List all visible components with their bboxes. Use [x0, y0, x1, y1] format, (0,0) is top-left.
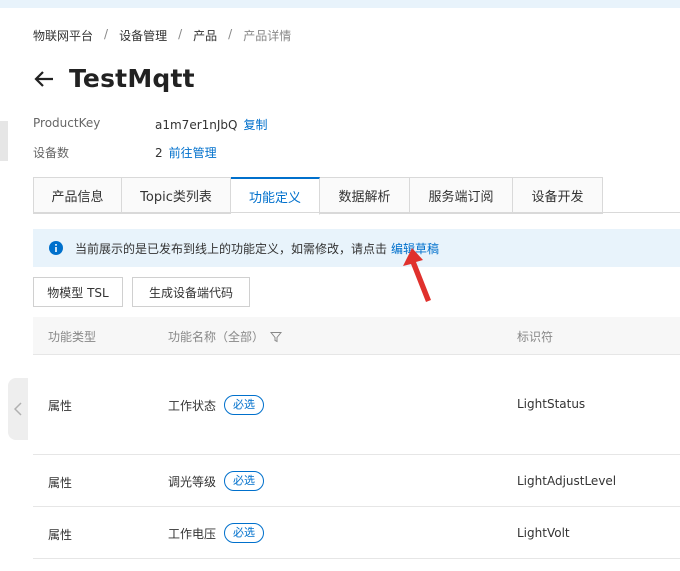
table-row: 属性 工作状态 必选 LightStatus [33, 354, 680, 455]
tab-device-development[interactable]: 设备开发 [513, 177, 603, 214]
tsl-model-button[interactable]: 物模型 TSL [33, 277, 123, 307]
sidebar-collapse-toggle[interactable] [8, 378, 28, 440]
table-row: 属性 工作电压 必选 LightVolt [33, 507, 680, 559]
copy-link[interactable]: 复制 [243, 118, 267, 132]
cell-type: 属性 [48, 399, 73, 413]
cell-name: 工作状态 必选 [168, 395, 265, 415]
tab-bar-divider [33, 212, 680, 213]
product-key-value: a1m7er1nJbQ [155, 118, 238, 132]
cell-type: 属性 [48, 476, 73, 490]
info-notice: 当前展示的是已发布到线上的功能定义，如需修改，请点击 编辑草稿 [33, 229, 680, 267]
filter-icon[interactable] [270, 331, 283, 343]
table-header: 功能类型 功能名称（全部） 标识符 [33, 317, 680, 355]
device-count-value-wrap: 2 前往管理 [155, 144, 217, 161]
cell-identifier: LightStatus [517, 397, 586, 411]
info-circle-icon [49, 241, 63, 255]
device-count-label: 设备数 [33, 146, 70, 160]
required-badge: 必选 [224, 523, 265, 543]
tab-bar: 产品信息 Topic类列表 功能定义 数据解析 服务端订阅 设备开发 [33, 177, 603, 215]
required-badge: 必选 [224, 471, 265, 491]
top-banner-strip [0, 0, 680, 8]
tab-server-subscription[interactable]: 服务端订阅 [410, 177, 513, 214]
product-key-label: ProductKey [33, 116, 101, 130]
product-key-value-wrap: a1m7er1nJbQ 复制 [155, 116, 268, 133]
required-badge: 必选 [224, 395, 265, 415]
manage-devices-link[interactable]: 前往管理 [169, 146, 217, 160]
breadcrumb-item-product-detail: 产品详情 [243, 29, 292, 43]
left-edge-strip [0, 121, 8, 161]
cell-name-text: 工作状态 [168, 398, 217, 413]
breadcrumb-separator: / [178, 27, 183, 41]
breadcrumb-item-iot-platform[interactable]: 物联网平台 [33, 27, 93, 44]
page-title: TestMqtt [69, 64, 195, 93]
cell-name: 工作电压 必选 [168, 523, 265, 543]
generate-device-code-button[interactable]: 生成设备端代码 [132, 277, 250, 307]
arrow-left-icon[interactable] [33, 68, 55, 90]
device-count-value: 2 [155, 146, 163, 160]
tab-topic-list[interactable]: Topic类列表 [122, 177, 231, 214]
notice-text: 当前展示的是已发布到线上的功能定义，如需修改，请点击 [75, 241, 388, 256]
cell-type: 属性 [48, 528, 73, 542]
table-row: 属性 调光等级 必选 LightAdjustLevel [33, 455, 680, 507]
tab-function-definition[interactable]: 功能定义 [231, 177, 320, 215]
breadcrumb: 物联网平台 / 设备管理 / 产品 / 产品详情 [33, 27, 291, 44]
cell-name-text: 调光等级 [168, 474, 217, 489]
column-header-identifier: 标识符 [517, 330, 554, 344]
page-header: TestMqtt [33, 64, 195, 93]
cell-name: 调光等级 必选 [168, 471, 265, 491]
column-header-name-wrap: 功能名称（全部） [168, 328, 283, 345]
breadcrumb-item-product[interactable]: 产品 [193, 27, 217, 44]
chevron-left-icon [14, 402, 22, 416]
cell-identifier: LightVolt [517, 526, 570, 540]
annotation-arrow-icon [403, 248, 431, 302]
column-header-name: 功能名称（全部） [168, 330, 265, 344]
cell-identifier: LightAdjustLevel [517, 474, 617, 488]
cell-name-text: 工作电压 [168, 526, 217, 541]
breadcrumb-separator: / [104, 27, 109, 41]
tab-product-info[interactable]: 产品信息 [33, 177, 122, 214]
breadcrumb-item-device-management[interactable]: 设备管理 [119, 27, 167, 44]
column-header-type: 功能类型 [48, 330, 97, 344]
breadcrumb-separator: / [228, 27, 233, 41]
tab-data-parsing[interactable]: 数据解析 [320, 177, 410, 214]
